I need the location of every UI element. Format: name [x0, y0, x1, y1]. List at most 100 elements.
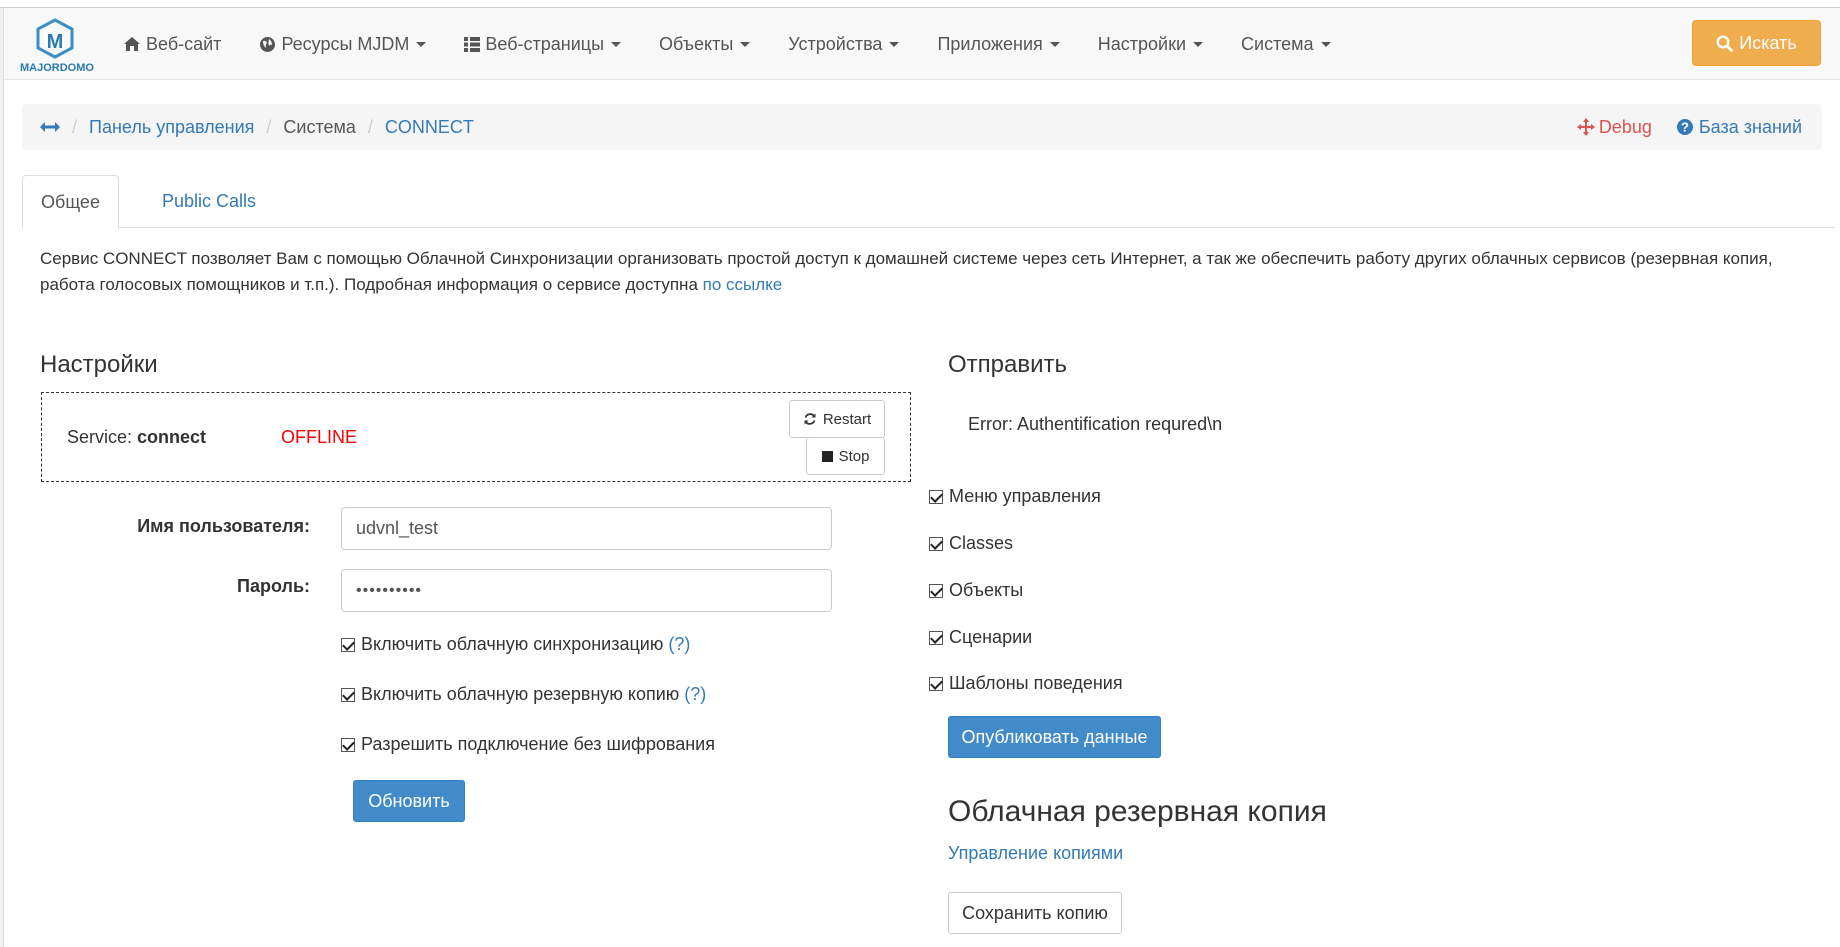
username-field[interactable]: udvnl_test [341, 507, 832, 550]
brand-logo[interactable]: M MAJORDOMO [20, 18, 94, 80]
description-text: Сервис CONNECT позволяет Вам с помощью О… [40, 249, 1773, 294]
send-menu-checkbox[interactable]: Меню управления [929, 486, 1101, 507]
crosshair-icon [1576, 118, 1595, 136]
send-objects-checkbox[interactable]: Объекты [929, 580, 1023, 601]
knowledge-base-link[interactable]: ? База знаний [1676, 117, 1802, 138]
search-button-label: Искать [1739, 32, 1797, 53]
cloud-backup-label: Включить облачную резервную копию [361, 684, 680, 704]
checkbox-checked-icon[interactable] [929, 676, 943, 691]
cloud-sync-label: Включить облачную синхронизацию [361, 634, 664, 654]
settings-heading: Настройки [40, 351, 158, 378]
breadcrumb-control-panel[interactable]: Панель управления [89, 117, 254, 138]
allow-unencrypted-checkbox[interactable]: Разрешить подключение без шифрования [341, 734, 715, 755]
svg-text:?: ? [1681, 120, 1689, 135]
checkbox-checked-icon[interactable] [341, 687, 355, 702]
send-heading: Отправить [948, 351, 1068, 378]
window-left-edge [0, 8, 4, 947]
allow-unencrypted-label: Разрешить подключение без шифрования [361, 734, 715, 754]
manage-backups-link[interactable]: Управление копиями [948, 843, 1123, 864]
nav-item-settings[interactable]: Настройки [1079, 34, 1222, 55]
nav-item-label: Приложения [937, 33, 1043, 54]
nav-item-label: Настройки [1097, 33, 1187, 54]
cloud-backup-checkbox[interactable]: Включить облачную резервную копию (?) [341, 684, 706, 705]
search-button[interactable]: Искать [1692, 20, 1821, 66]
checkbox-checked-icon[interactable] [929, 630, 943, 645]
send-patterns-checkbox[interactable]: Шаблоны поведения [929, 673, 1123, 694]
refresh-icon [803, 412, 817, 426]
caret-down-icon [889, 41, 900, 47]
breadcrumb-separator: / [72, 116, 78, 137]
password-field[interactable]: •••••••••• [341, 569, 832, 612]
nav-item-devices[interactable]: Устройства [769, 34, 918, 55]
breadcrumb-actions: Debug ? База знаний [1576, 104, 1802, 150]
breadcrumb-connect[interactable]: CONNECT [385, 117, 474, 138]
caret-down-icon [1193, 41, 1204, 47]
checkbox-checked-icon[interactable] [341, 737, 355, 752]
main-menu: Веб-сайт Ресурсы MJDM Веб-страницы Объек… [104, 8, 1350, 80]
nav-item-web-pages[interactable]: Веб-страницы [445, 34, 640, 55]
stop-icon [821, 450, 833, 462]
breadcrumb-separator: / [367, 116, 373, 137]
service-status-panel: Service: connect OFFLINE Restart Stop [41, 392, 911, 482]
checkbox-checked-icon[interactable] [929, 536, 943, 551]
restart-label: Restart [822, 410, 872, 428]
window-top-edge [0, 0, 1840, 8]
service-label: Service: connect [67, 427, 206, 448]
stop-button[interactable]: Stop [806, 437, 885, 475]
list-icon [464, 36, 481, 52]
tab-general[interactable]: Общее [22, 175, 119, 229]
checkbox-checked-icon[interactable] [929, 489, 943, 504]
caret-down-icon [740, 41, 751, 47]
nav-item-objects[interactable]: Объекты [640, 34, 769, 55]
send-menu-label: Меню управления [949, 486, 1101, 506]
cloud-backup-help-link[interactable]: (?) [684, 684, 706, 705]
publish-data-button[interactable]: Опубликовать данные [948, 716, 1161, 758]
nav-item-label: Веб-страницы [485, 33, 605, 54]
send-classes-checkbox[interactable]: Classes [929, 533, 1013, 554]
nav-item-label: Устройства [788, 33, 883, 54]
brand-letter: M [47, 31, 64, 53]
service-prefix: Service: [67, 427, 138, 447]
debug-link[interactable]: Debug [1576, 116, 1652, 138]
details-link[interactable]: по ссылке [703, 275, 783, 294]
nav-item-label: Объекты [659, 33, 734, 54]
nav-item-system[interactable]: Система [1222, 34, 1350, 55]
save-backup-button[interactable]: Сохранить копию [948, 892, 1122, 934]
service-description: Сервис CONNECT позволяет Вам с помощью О… [40, 246, 1800, 298]
service-name: connect [137, 427, 207, 447]
tab-bar: Общее Public Calls [22, 175, 1835, 229]
checkbox-checked-icon[interactable] [341, 637, 355, 652]
home-icon [123, 36, 141, 52]
nav-item-label: Веб-сайт [146, 33, 222, 54]
password-label: Пароль: [237, 576, 310, 596]
restart-button[interactable]: Restart [789, 400, 885, 438]
checkbox-checked-icon[interactable] [929, 583, 943, 598]
toggle-sidebar-icon[interactable] [40, 121, 60, 133]
breadcrumb: / Панель управления / Система / CONNECT … [22, 104, 1822, 150]
send-scripts-checkbox[interactable]: Сценарии [929, 627, 1032, 648]
cloud-sync-help-link[interactable]: (?) [668, 634, 690, 655]
nav-item-applications[interactable]: Приложения [918, 34, 1078, 55]
cloud-backup-heading: Облачная резервная копия [948, 795, 1327, 828]
update-button[interactable]: Обновить [353, 780, 465, 822]
tab-public-calls[interactable]: Public Calls [142, 175, 276, 228]
service-status-badge: OFFLINE [281, 427, 358, 447]
cloud-sync-checkbox[interactable]: Включить облачную синхронизацию (?) [341, 634, 690, 655]
send-scripts-label: Сценарии [949, 627, 1033, 647]
breadcrumb-system: Система [283, 116, 356, 137]
debug-label: Debug [1598, 116, 1652, 137]
caret-down-icon [1049, 41, 1060, 47]
nav-item-mjdm-resources[interactable]: Ресурсы MJDM [240, 34, 445, 55]
nav-item-label: Система [1241, 33, 1314, 54]
stop-label: Stop [838, 447, 870, 465]
nav-item-website[interactable]: Веб-сайт [104, 34, 240, 55]
username-label: Имя пользователя: [137, 516, 310, 536]
caret-down-icon [416, 41, 427, 47]
question-circle-icon: ? [1676, 119, 1693, 135]
caret-down-icon [1320, 41, 1331, 47]
brand-name: MAJORDOMO [20, 62, 94, 74]
knowledge-base-label: База знаний [1698, 116, 1802, 137]
send-classes-label: Classes [949, 533, 1014, 553]
top-navbar: M MAJORDOMO Веб-сайт Ресурсы MJDM Веб-ст… [4, 8, 1840, 80]
nav-item-label: Ресурсы MJDM [281, 33, 410, 54]
